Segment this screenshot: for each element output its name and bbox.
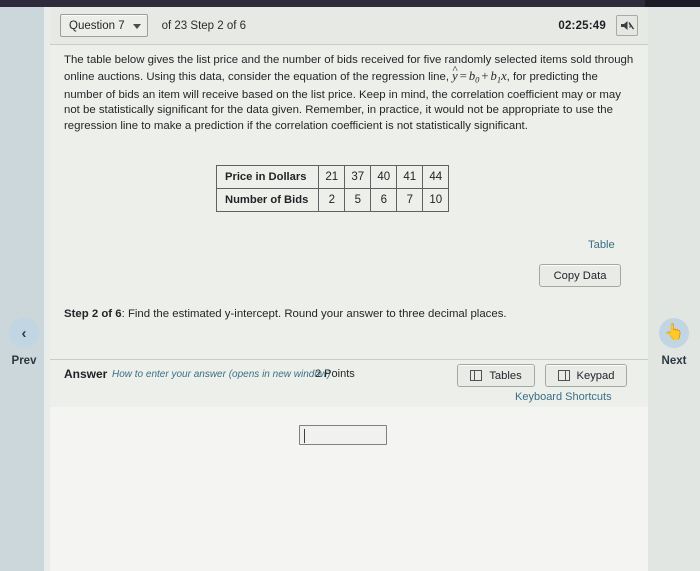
- mute-toggle-button[interactable]: [616, 15, 638, 36]
- exam-timer: 02:25:49: [558, 19, 606, 32]
- bids-value: 2: [318, 188, 346, 212]
- table-row: Price in Dollars 21 37 40 41 44: [215, 165, 450, 189]
- keypad-grid-icon: [557, 370, 570, 381]
- bids-value: 5: [344, 188, 372, 212]
- table-link[interactable]: Table: [588, 239, 615, 251]
- tables-button-label: Tables: [489, 369, 522, 382]
- price-value: 41: [396, 165, 424, 189]
- price-value: 21: [318, 165, 346, 189]
- keypad-button-label: Keypad: [576, 369, 615, 382]
- browser-top-strip-right: [645, 0, 700, 7]
- answer-label: Answer: [64, 367, 108, 381]
- next-navigation[interactable]: 👆 Next: [648, 318, 700, 367]
- price-value: 44: [422, 165, 450, 189]
- y-hat-symbol: ^ y: [452, 64, 458, 85]
- answer-help-link[interactable]: How to enter your answer (opens in new w…: [112, 369, 330, 380]
- keyboard-shortcuts-link[interactable]: Keyboard Shortcuts: [515, 391, 612, 403]
- right-rail: [648, 7, 700, 571]
- tables-button[interactable]: Tables: [457, 364, 535, 387]
- question-header: Question 7 of 23 Step 2 of 6 02:25:49: [50, 7, 648, 45]
- chevron-left-icon: ‹: [21, 324, 27, 342]
- hat-accent: ^: [452, 63, 458, 76]
- data-table: Price in Dollars 21 37 40 41 44 Number o…: [215, 165, 450, 212]
- price-value: 40: [370, 165, 398, 189]
- bids-value: 10: [422, 188, 450, 212]
- table-row: Number of Bids 2 5 6 7 10: [215, 188, 450, 212]
- screen-root: Question 7 of 23 Step 2 of 6 02:25:49 Th…: [0, 0, 700, 571]
- problem-statement: The table below gives the list price and…: [64, 53, 636, 134]
- row-label-bids: Number of Bids: [215, 188, 320, 212]
- prev-button[interactable]: ‹: [9, 318, 39, 348]
- equals-sign: =: [459, 68, 467, 83]
- next-button[interactable]: 👆: [659, 318, 689, 348]
- price-value: 37: [344, 165, 372, 189]
- prev-navigation[interactable]: ‹ Prev: [0, 318, 48, 367]
- row-label-price: Price in Dollars: [215, 165, 320, 189]
- text-caret: [304, 429, 305, 443]
- step-instruction: Step 2 of 6: Find the estimated y-interc…: [64, 308, 507, 320]
- speaker-muted-icon: [620, 21, 634, 30]
- question-selector-label: Question 7: [69, 19, 125, 32]
- answer-bar: Answer How to enter your answer (opens i…: [50, 359, 648, 403]
- question-progress-text: of 23 Step 2 of 6: [161, 19, 247, 32]
- regression-formula: ^ y = b0 + b1x: [452, 64, 507, 85]
- browser-top-strip: [0, 0, 700, 7]
- left-rail: [0, 7, 48, 571]
- prev-label: Prev: [11, 355, 37, 367]
- grid-table-icon: [470, 370, 483, 381]
- step-text: : Find the estimated y-intercept. Round …: [121, 308, 507, 320]
- next-label: Next: [661, 355, 687, 367]
- plus-sign: +: [481, 68, 489, 83]
- keypad-button[interactable]: Keypad: [545, 364, 627, 387]
- bids-value: 6: [370, 188, 398, 212]
- question-selector-dropdown[interactable]: Question 7: [60, 14, 148, 37]
- pointing-hand-cursor-icon: 👆: [664, 324, 684, 341]
- question-card: Question 7 of 23 Step 2 of 6 02:25:49 Th…: [50, 7, 648, 571]
- step-prefix: Step 2 of 6: [64, 308, 122, 320]
- answer-points: 2 Points: [315, 368, 355, 380]
- chevron-down-icon: [132, 23, 141, 29]
- answer-input[interactable]: [299, 425, 387, 445]
- copy-data-button[interactable]: Copy Data: [539, 264, 621, 287]
- bids-value: 7: [396, 188, 424, 212]
